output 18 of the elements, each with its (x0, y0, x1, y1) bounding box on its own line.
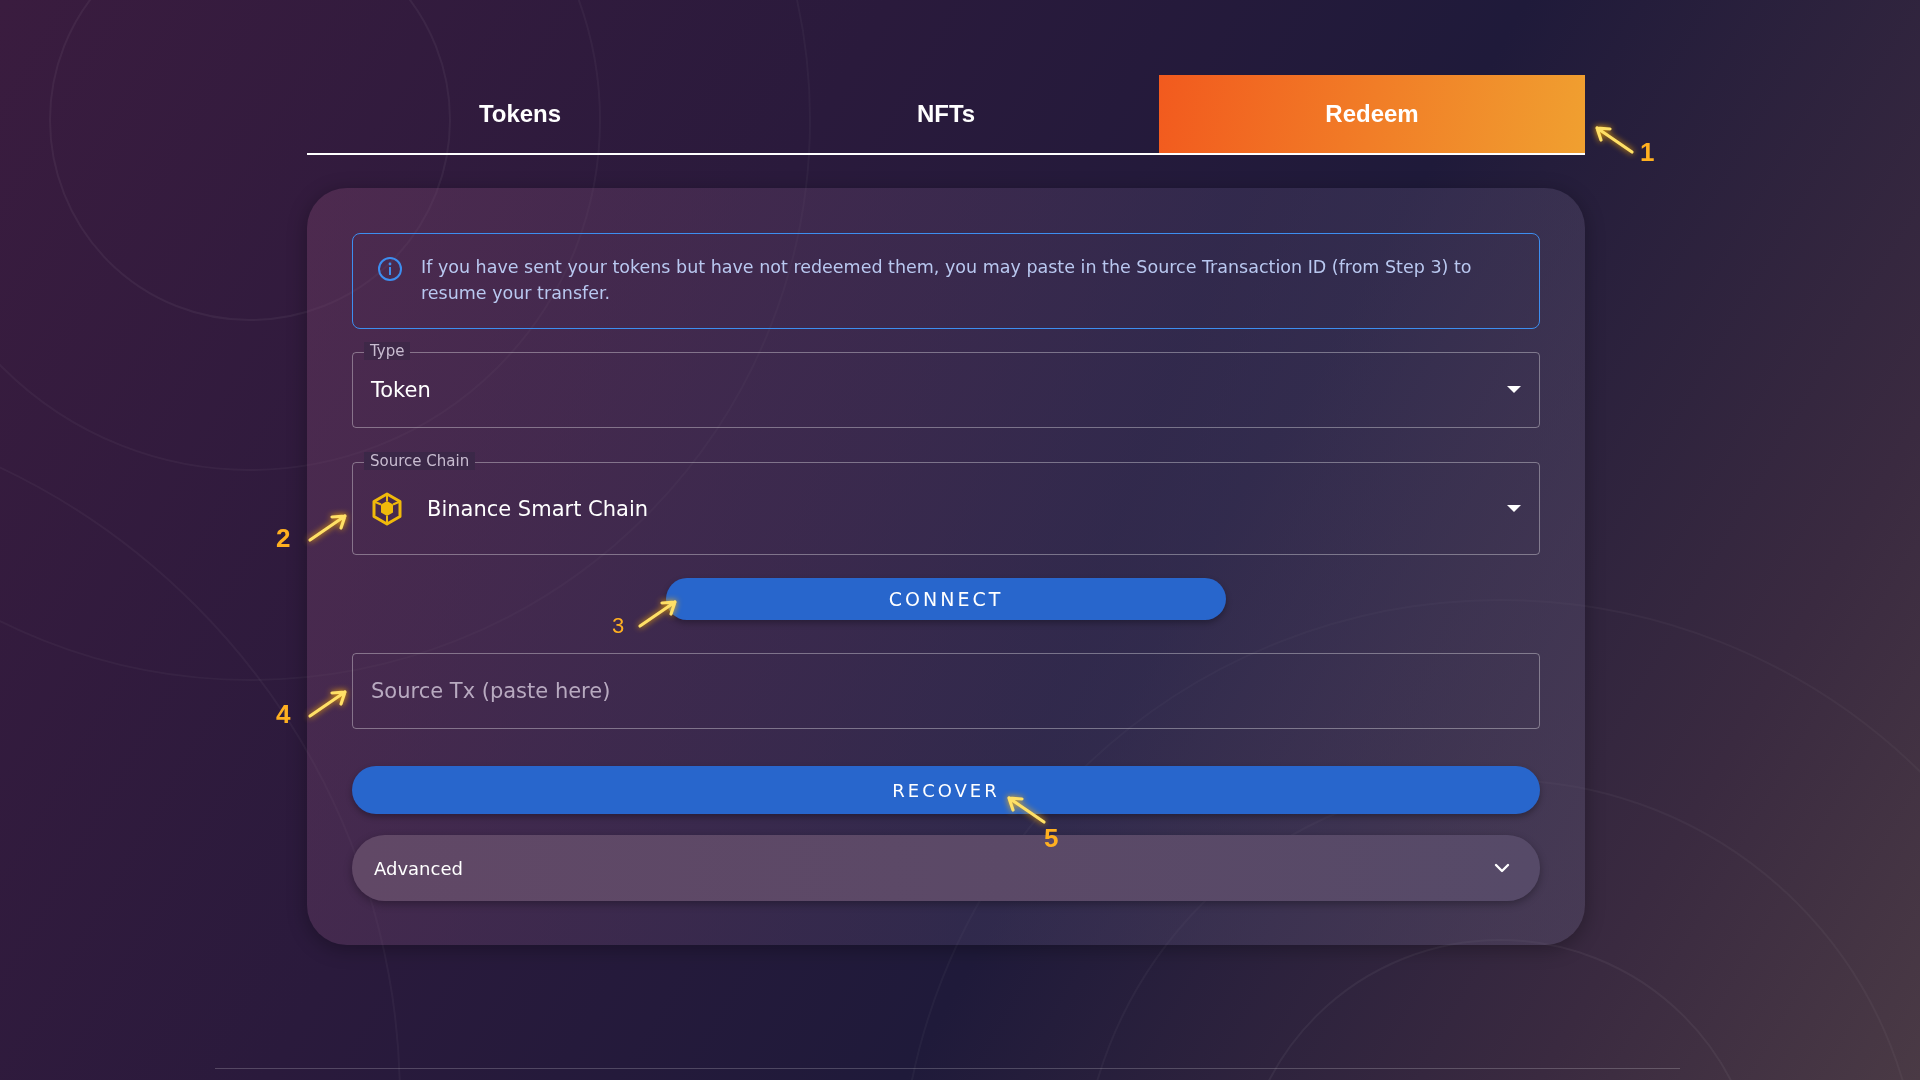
field-value: Binance Smart Chain (427, 496, 650, 521)
cube-icon (371, 491, 403, 526)
tab[interactable]: Tokens (307, 75, 733, 153)
field-label: Type (364, 342, 411, 360)
recover-button[interactable]: RECOVER (352, 766, 1540, 814)
info-icon (377, 256, 403, 282)
field-value: Token (371, 378, 432, 402)
annotation-number: 3 (612, 614, 625, 638)
connect-button[interactable]: CONNECT (666, 578, 1226, 620)
field-label: Source Chain (364, 452, 476, 470)
chevron-icon (1494, 863, 1510, 873)
annotation-number: 2 (276, 526, 291, 550)
annotation-number: 4 (276, 702, 291, 726)
tab[interactable]: NFTs (733, 75, 1159, 153)
caret-icon (1507, 386, 1521, 394)
info-text: If you have sent your tokens but have not redeemed them, you may paste in the Source Transaction ID (from Step 3) to resume your transfer. (421, 256, 1473, 305)
annotation-number: 1 (1640, 140, 1655, 164)
caret-icon (1507, 504, 1521, 513)
